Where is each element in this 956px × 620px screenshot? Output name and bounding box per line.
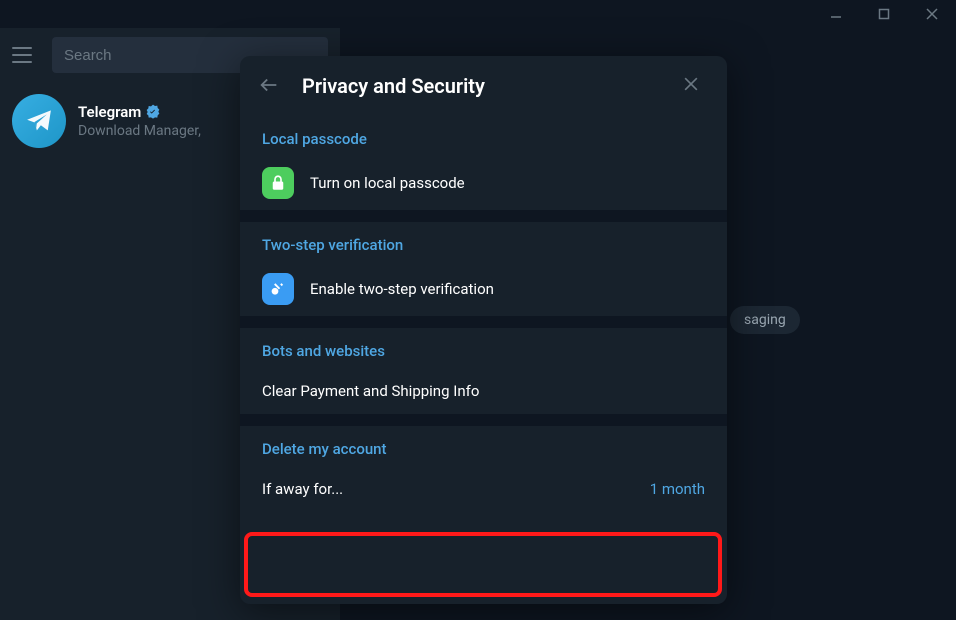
section-header: Two-step verification xyxy=(240,222,727,262)
window-titlebar xyxy=(0,0,956,28)
item-value: 1 month xyxy=(650,480,705,498)
divider xyxy=(240,414,727,426)
section-two-step: Two-step verification Enable two-step ve… xyxy=(240,222,727,316)
avatar xyxy=(12,94,66,148)
two-step-item[interactable]: Enable two-step verification xyxy=(240,262,727,316)
background-pill: saging xyxy=(730,306,800,334)
modal-body[interactable]: Local passcode Turn on local passcode Tw… xyxy=(240,116,727,604)
divider xyxy=(240,210,727,222)
menu-button[interactable] xyxy=(12,43,36,67)
section-local-passcode: Local passcode Turn on local passcode xyxy=(240,116,727,210)
section-header: Delete my account xyxy=(240,426,727,466)
item-label: Enable two-step verification xyxy=(310,280,494,298)
modal-header: Privacy and Security xyxy=(240,56,727,116)
divider xyxy=(240,316,727,328)
if-away-for-item[interactable]: If away for... 1 month xyxy=(240,466,727,512)
close-button[interactable] xyxy=(918,0,946,28)
maximize-button[interactable] xyxy=(870,0,898,28)
close-icon[interactable] xyxy=(681,74,705,98)
settings-modal: Privacy and Security Local passcode Turn… xyxy=(240,56,727,604)
back-button[interactable] xyxy=(258,74,282,98)
item-label: Turn on local passcode xyxy=(310,174,465,192)
clear-payment-item[interactable]: Clear Payment and Shipping Info xyxy=(240,368,727,414)
verified-badge-icon xyxy=(145,104,161,120)
modal-title: Privacy and Security xyxy=(302,74,661,98)
section-delete-account: Delete my account If away for... 1 month xyxy=(240,426,727,512)
minimize-button[interactable] xyxy=(822,0,850,28)
section-bots: Bots and websites Clear Payment and Ship… xyxy=(240,328,727,414)
key-icon xyxy=(262,273,294,305)
section-header: Local passcode xyxy=(240,116,727,156)
item-label: If away for... xyxy=(262,480,343,498)
section-header: Bots and websites xyxy=(240,328,727,368)
local-passcode-item[interactable]: Turn on local passcode xyxy=(240,156,727,210)
lock-icon xyxy=(262,167,294,199)
